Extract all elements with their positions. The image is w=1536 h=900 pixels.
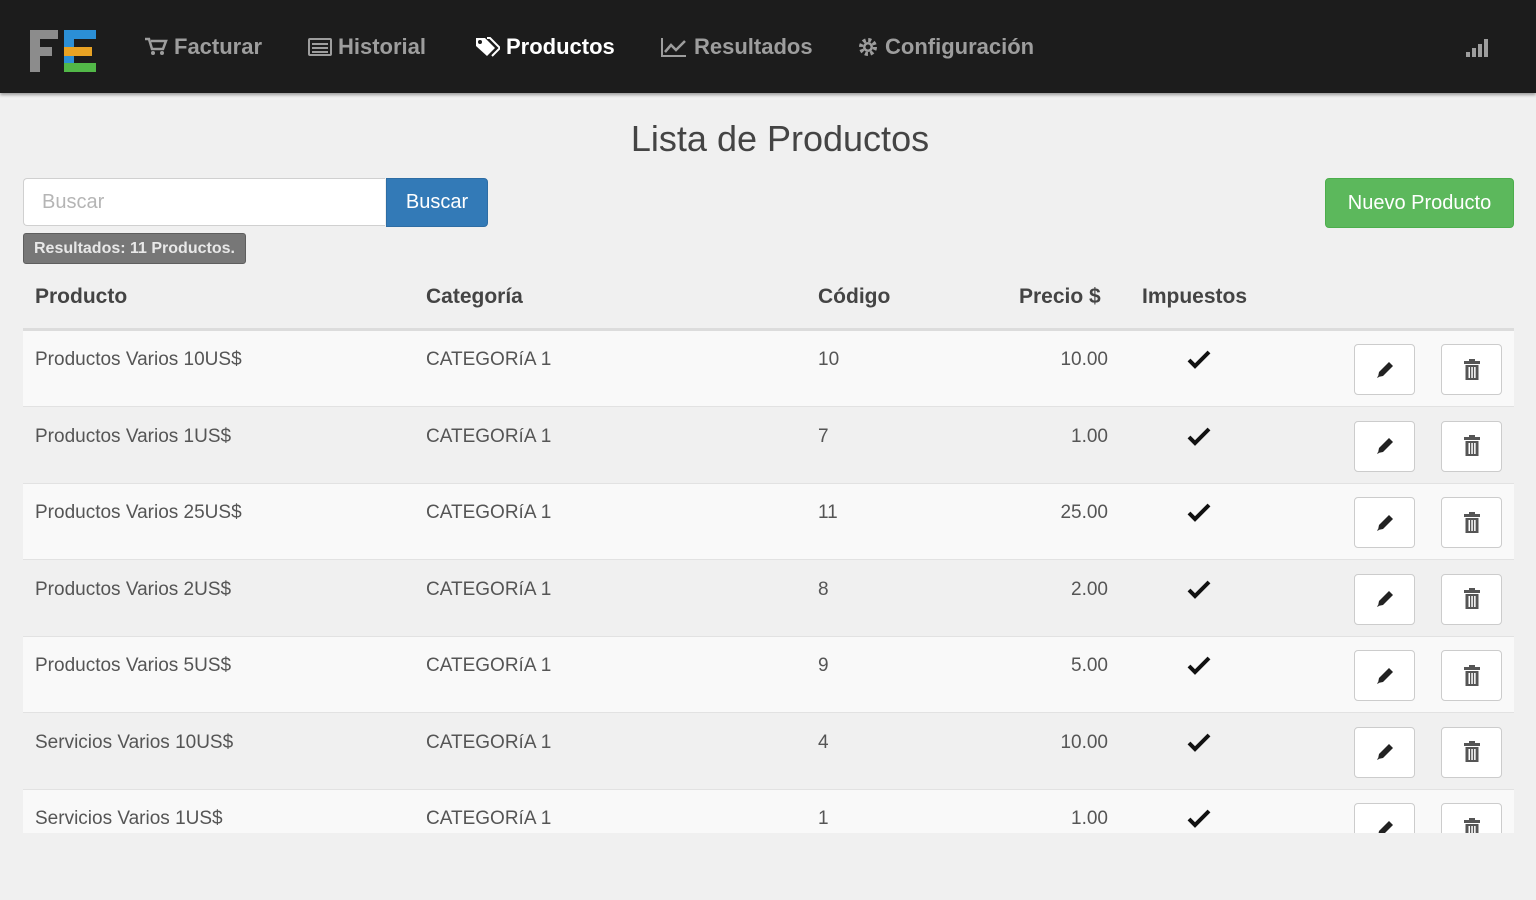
cell-precio: 10.00 <box>1060 349 1108 370</box>
cell-producto: Productos Varios 10US$ <box>35 349 242 370</box>
cell-categoria: CATEGORíA 1 <box>426 349 552 370</box>
cell-producto: Servicios Varios 1US$ <box>35 808 223 829</box>
edit-button[interactable] <box>1354 573 1415 625</box>
table-row: Productos Varios 5US$ CATEGORíA 1 9 5.00 <box>23 637 1514 713</box>
nav-item-facturar[interactable]: Facturar <box>144 30 262 64</box>
table-row: Servicios Varios 1US$ CATEGORíA 1 1 1.00 <box>23 790 1514 833</box>
nav-item-productos[interactable]: Productos <box>474 30 615 64</box>
nav-label-resultados: Resultados <box>694 34 813 59</box>
check-icon <box>1187 580 1211 599</box>
cell-codigo: 11 <box>818 502 838 523</box>
pencil-icon <box>1376 438 1393 454</box>
cell-categoria: CATEGORíA 1 <box>426 425 552 447</box>
delete-button[interactable] <box>1441 803 1502 833</box>
chart-icon <box>660 36 688 58</box>
cell-precio: 1.00 <box>1071 425 1108 447</box>
cell-precio: 2.00 <box>1071 578 1108 600</box>
nav-label-configuracion: Configuración <box>885 34 1035 59</box>
delete-button[interactable] <box>1441 726 1502 778</box>
cell-precio: 25.00 <box>1060 502 1108 523</box>
app-logo[interactable] <box>28 28 98 74</box>
table-row: Productos Varios 10US$ CATEGORíA 1 10 10.00 <box>23 331 1514 407</box>
edit-button[interactable] <box>1354 420 1415 472</box>
edit-button[interactable] <box>1354 497 1415 548</box>
nav-label-facturar: Facturar <box>174 34 263 59</box>
table-row: Productos Varios 25US$ CATEGORíA 1 11 25.00 <box>23 484 1514 560</box>
cell-producto: Servicios Varios 10US$ <box>35 731 234 753</box>
table-row: Productos Varios 1US$ CATEGORíA 1 7 1.00 <box>23 407 1514 484</box>
nav-label-productos: Productos <box>506 34 615 59</box>
check-icon <box>1187 656 1211 675</box>
search-input[interactable] <box>23 178 385 226</box>
signal-icon[interactable] <box>1464 36 1492 58</box>
check-icon <box>1187 350 1211 369</box>
edit-button[interactable] <box>1354 650 1415 701</box>
list-icon <box>308 37 332 57</box>
cell-producto: Productos Varios 5US$ <box>35 655 232 676</box>
table-row: Servicios Varios 10US$ CATEGORíA 1 4 10.00 <box>23 713 1514 790</box>
cell-producto: Productos Varios 2US$ <box>35 578 232 600</box>
cell-categoria: CATEGORíA 1 <box>426 655 552 676</box>
trash-icon <box>1463 358 1480 380</box>
column-header-precio[interactable]: Precio $ <box>1019 285 1101 309</box>
cell-categoria: CATEGORíA 1 <box>426 731 552 753</box>
column-header-categoria[interactable]: Categoría <box>426 285 523 309</box>
cell-codigo: 7 <box>818 425 829 447</box>
pencil-icon <box>1376 591 1393 607</box>
column-header-producto[interactable]: Producto <box>35 285 127 309</box>
nav-item-resultados[interactable]: Resultados <box>660 30 813 64</box>
pencil-icon <box>1376 514 1393 531</box>
trash-icon <box>1463 435 1480 456</box>
pencil-icon <box>1378 820 1393 833</box>
delete-button[interactable] <box>1441 420 1502 472</box>
search-button[interactable]: Buscar <box>386 178 488 227</box>
column-header-impuestos[interactable]: Impuestos <box>1142 285 1247 309</box>
edit-button[interactable] <box>1354 803 1415 833</box>
cell-precio: 1.00 <box>1071 808 1108 829</box>
check-icon <box>1187 503 1211 522</box>
delete-button[interactable] <box>1441 650 1502 701</box>
cell-codigo: 8 <box>818 578 829 600</box>
delete-button[interactable] <box>1441 497 1502 548</box>
check-icon <box>1187 733 1211 752</box>
cell-categoria: CATEGORíA 1 <box>426 502 552 523</box>
cell-codigo: 4 <box>818 731 829 753</box>
delete-button[interactable] <box>1441 344 1502 395</box>
tags-icon <box>474 36 500 58</box>
cell-precio: 5.00 <box>1071 655 1108 676</box>
cell-codigo: 1 <box>818 808 829 829</box>
cell-categoria: CATEGORíA 1 <box>426 578 552 600</box>
cell-producto: Productos Varios 25US$ <box>35 502 242 523</box>
cell-codigo: 9 <box>818 655 829 676</box>
results-count-badge: Resultados: 11 Productos. <box>23 233 246 264</box>
trash-icon <box>1463 511 1480 533</box>
new-product-button[interactable]: Nuevo Producto <box>1325 178 1514 228</box>
products-table: Producto Categoría Código Precio $ Impue… <box>23 270 1514 833</box>
delete-button[interactable] <box>1441 573 1502 625</box>
cell-codigo: 10 <box>818 349 840 370</box>
pencil-icon <box>1376 361 1393 378</box>
cell-categoria: CATEGORíA 1 <box>426 808 552 829</box>
pencil-icon <box>1376 667 1393 684</box>
check-icon <box>1187 809 1211 828</box>
nav-item-historial[interactable]: Historial <box>308 30 426 64</box>
cell-producto: Productos Varios 1US$ <box>35 425 232 447</box>
nav-item-configuracion[interactable]: Configuración <box>857 30 1034 64</box>
trash-icon <box>1463 817 1480 833</box>
column-header-codigo[interactable]: Código <box>818 285 890 309</box>
top-navbar: Facturar Historial Productos Resultados … <box>0 0 1536 93</box>
page-title: Lista de Productos <box>630 118 930 159</box>
edit-button[interactable] <box>1354 726 1415 778</box>
cell-precio: 10.00 <box>1060 731 1108 753</box>
gear-icon <box>857 36 879 58</box>
table-row: Productos Varios 2US$ CATEGORíA 1 8 2.00 <box>23 560 1514 637</box>
check-icon <box>1187 427 1211 446</box>
trash-icon <box>1463 664 1480 686</box>
pencil-icon <box>1376 744 1393 760</box>
edit-button[interactable] <box>1354 344 1415 395</box>
trash-icon <box>1463 588 1480 609</box>
nav-label-historial: Historial <box>338 34 427 59</box>
cart-icon <box>144 37 168 57</box>
trash-icon <box>1463 741 1480 762</box>
